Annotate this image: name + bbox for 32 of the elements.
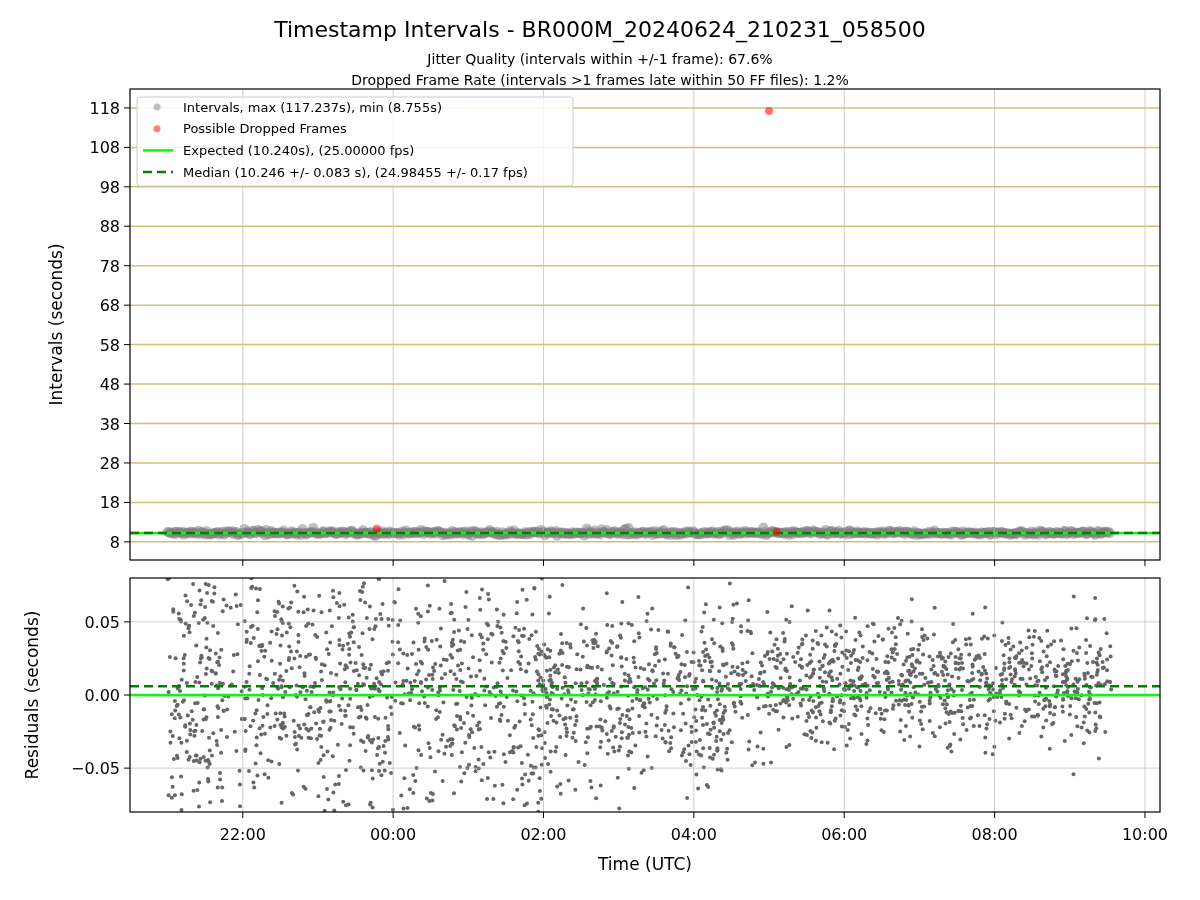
x-axis-label: Time (UTC) [598, 854, 692, 874]
x-tick-label: 00:00 [370, 825, 417, 844]
x-tick-label: 02:00 [520, 825, 567, 844]
legend-label: Median (10.246 +/- 0.083 s), (24.98455 +/- 0.17 fps) [183, 164, 528, 180]
x-tick-label: 06:00 [821, 825, 868, 844]
legend-label: Intervals, max (117.237s), min (8.755s) [183, 99, 442, 115]
y-tick-label: 98 [99, 177, 120, 197]
y-tick-label: 18 [99, 493, 120, 513]
y-tick-label: −0.05 [70, 759, 120, 779]
figure-subtitle: Dropped Frame Rate (intervals >1 frames late within 50 FF files): 1.2% [351, 72, 849, 88]
y-tick-label: 8 [109, 532, 120, 552]
x-tick-label: 04:00 [670, 825, 717, 844]
legend-label: Expected (10.240s), (25.00000 fps) [183, 142, 415, 158]
y-axis-label: Residuals (seconds) [22, 610, 42, 780]
figure-title: Timestamp Intervals - BR000M_20240624_210231_058500 [274, 17, 926, 42]
y-tick-label: 28 [99, 453, 120, 473]
figure-subtitle: Jitter Quality (intervals within +/-1 frame): 67.6% [427, 51, 773, 67]
y-tick-label: 78 [99, 256, 120, 276]
legend-label: Possible Dropped Frames [183, 121, 347, 137]
y-tick-label: 48 [99, 375, 120, 395]
y-tick-label: 68 [99, 296, 120, 316]
y-tick-label: 118 [89, 98, 120, 118]
y-tick-label: 38 [99, 414, 120, 434]
y-tick-label: 0.05 [84, 612, 120, 632]
y-tick-label: 108 [89, 138, 120, 158]
y-axis-label: Intervals (seconds) [46, 243, 66, 406]
x-tick-label: 08:00 [971, 825, 1018, 844]
y-tick-label: 58 [99, 335, 120, 355]
y-tick-label: 0.00 [84, 686, 120, 705]
x-tick-label: 22:00 [219, 825, 266, 844]
y-tick-label: 88 [99, 217, 120, 237]
x-tick-label: 10:00 [1121, 825, 1168, 844]
